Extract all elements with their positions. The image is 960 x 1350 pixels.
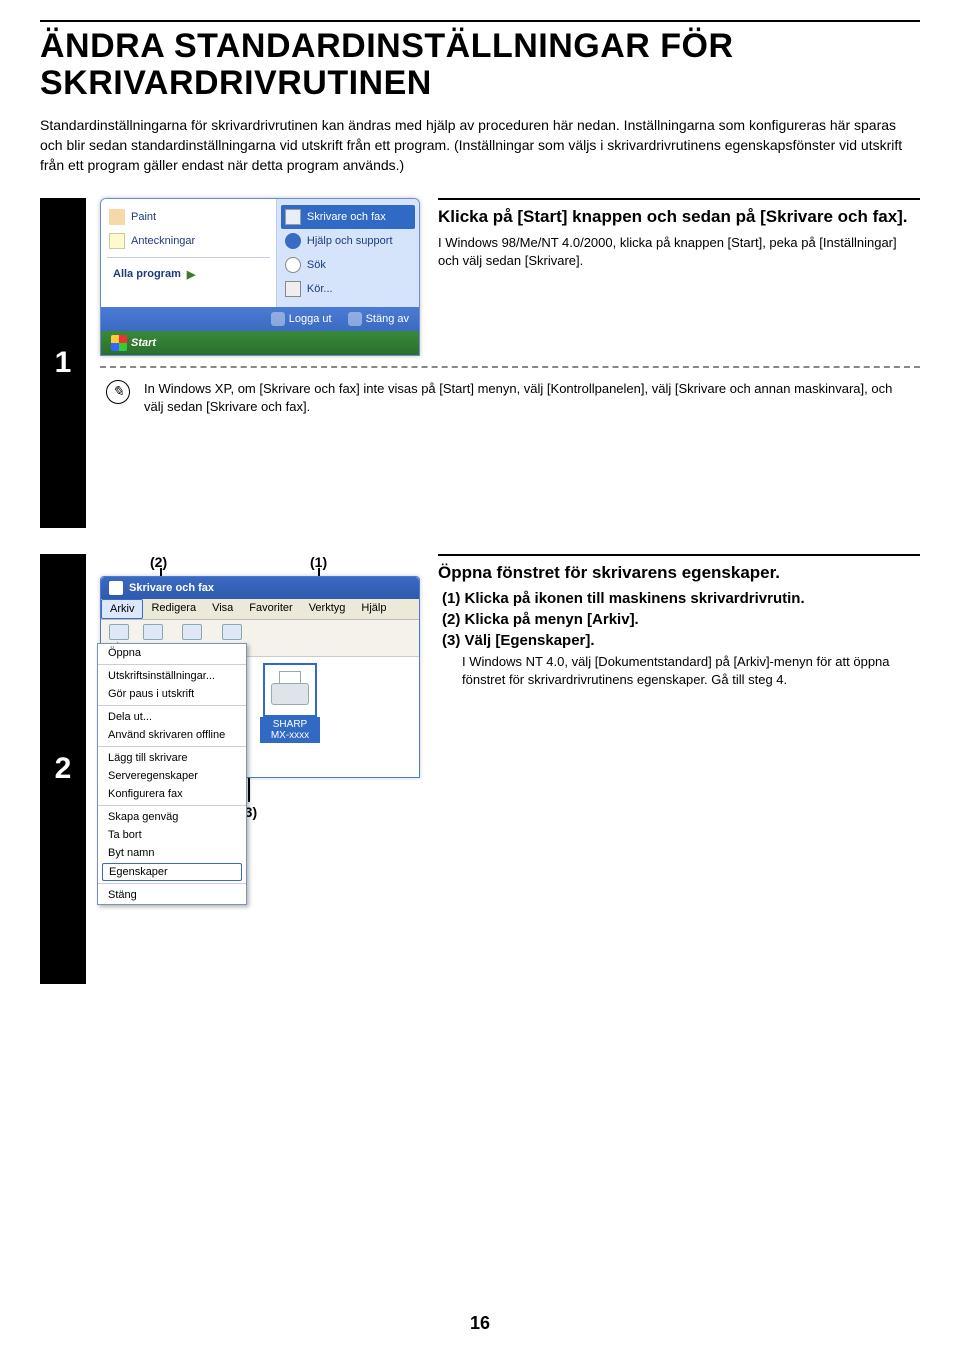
step-2: 2 (2) (1) Skrivare och fax Arkiv (40, 554, 920, 984)
screenshot-printers-window: (2) (1) Skrivare och fax Arkiv Redigera … (100, 554, 420, 804)
ctx-properties[interactable]: Egenskaper (102, 863, 242, 881)
step-1-number: 1 (40, 198, 86, 528)
step-1-detail: I Windows 98/Me/NT 4.0/2000, klicka på k… (438, 234, 920, 270)
menu-favoriter[interactable]: Favoriter (241, 599, 300, 619)
step-1-heading: Klicka på [Start] knappen och sedan på [… (438, 206, 920, 228)
arkiv-context-menu: Öppna Utskriftsinställningar... Gör paus… (97, 643, 247, 905)
shutdown-button[interactable]: Stäng av (348, 312, 409, 326)
printer-icon (285, 209, 301, 225)
printers-label: Skrivare och fax (307, 211, 386, 223)
ctx-pause[interactable]: Gör paus i utskrift (98, 685, 246, 703)
intro-paragraph: Standardinställningarna för skrivardrivr… (40, 115, 920, 176)
menubar: Arkiv Redigera Visa Favoriter Verktyg Hj… (101, 599, 419, 620)
help-icon (285, 233, 301, 249)
search-icon (143, 624, 163, 640)
folders-icon (182, 624, 202, 640)
start-label: Start (131, 337, 156, 349)
view-icon (222, 624, 242, 640)
window-icon (109, 581, 123, 595)
menu-redigera[interactable]: Redigera (143, 599, 204, 619)
notepad-icon (109, 233, 125, 249)
start-menu-item-search[interactable]: Sök (281, 253, 415, 277)
ctx-rename[interactable]: Byt namn (98, 844, 246, 862)
help-label: Hjälp och support (307, 235, 393, 247)
back-icon (109, 624, 129, 640)
start-menu-item-run[interactable]: Kör... (281, 277, 415, 301)
search-label: Sök (307, 259, 326, 271)
all-programs[interactable]: Alla program ▶ (105, 262, 272, 287)
ctx-open[interactable]: Öppna (98, 644, 246, 662)
printer-driver-icon[interactable] (267, 667, 313, 713)
ctx-close[interactable]: Stäng (98, 886, 246, 904)
all-programs-label: Alla program (113, 268, 181, 280)
ctx-shortcut[interactable]: Skapa genväg (98, 808, 246, 826)
screenshot-start-menu: Paint Anteckningar Alla program ▶ (100, 198, 420, 356)
menu-visa[interactable]: Visa (204, 599, 241, 619)
step-2-sub3: (3) Välj [Egenskaper]. (458, 632, 920, 649)
run-label: Kör... (307, 283, 333, 295)
menu-arkiv[interactable]: Arkiv (101, 599, 143, 619)
ctx-print-settings[interactable]: Utskriftsinställningar... (98, 667, 246, 685)
start-menu-item-printers-fax[interactable]: Skrivare och fax (281, 205, 415, 229)
ctx-offline[interactable]: Använd skrivaren offline (98, 726, 246, 744)
start-menu-item-notes[interactable]: Anteckningar (105, 229, 272, 253)
paint-label: Paint (131, 211, 156, 223)
ctx-config-fax[interactable]: Konfigurera fax (98, 785, 246, 803)
callout-2: (2) (150, 554, 167, 570)
ctx-add-printer[interactable]: Lägg till skrivare (98, 749, 246, 767)
top-rule (40, 20, 920, 22)
menu-hjalp[interactable]: Hjälp (353, 599, 394, 619)
logout-icon (271, 312, 285, 326)
shutdown-icon (348, 312, 362, 326)
taskbar-start-button[interactable]: Start (101, 331, 419, 355)
step-1: 1 Paint Anteckningar (40, 198, 920, 528)
note-text: In Windows XP, om [Skrivare och fax] int… (144, 380, 914, 416)
search-icon (285, 257, 301, 273)
page-number: 16 (0, 1313, 960, 1334)
step-2-detail: I Windows NT 4.0, välj [Dokumentstandard… (438, 653, 920, 689)
paint-icon (109, 209, 125, 225)
windows-logo-icon (111, 335, 127, 351)
printer-label: SHARP MX-xxxx (260, 717, 320, 743)
note-row: ✎ In Windows XP, om [Skrivare och fax] i… (100, 380, 920, 430)
logout-button[interactable]: Logga ut (271, 312, 332, 326)
start-menu-item-paint[interactable]: Paint (105, 205, 272, 229)
step-2-number: 2 (40, 554, 86, 984)
menu-verktyg[interactable]: Verktyg (301, 599, 354, 619)
page-title: ÄNDRA STANDARDINSTÄLLNINGAR FÖR SKRIVARD… (40, 28, 920, 103)
note-icon: ✎ (106, 380, 130, 404)
ctx-server-props[interactable]: Serveregenskaper (98, 767, 246, 785)
step-2-sub2: (2) Klicka på menyn [Arkiv]. (458, 611, 920, 628)
window-title: Skrivare och fax (129, 582, 214, 594)
step-2-heading: Öppna fönstret för skrivarens egenskaper… (438, 562, 920, 584)
chevron-right-icon: ▶ (187, 268, 195, 281)
window-titlebar[interactable]: Skrivare och fax (101, 577, 419, 599)
dashed-separator (100, 366, 920, 368)
run-icon (285, 281, 301, 297)
ctx-delete[interactable]: Ta bort (98, 826, 246, 844)
ctx-share[interactable]: Dela ut... (98, 708, 246, 726)
step-2-sub1: (1) Klicka på ikonen till maskinens skri… (458, 590, 920, 607)
notes-label: Anteckningar (131, 235, 195, 247)
start-menu-item-help[interactable]: Hjälp och support (281, 229, 415, 253)
